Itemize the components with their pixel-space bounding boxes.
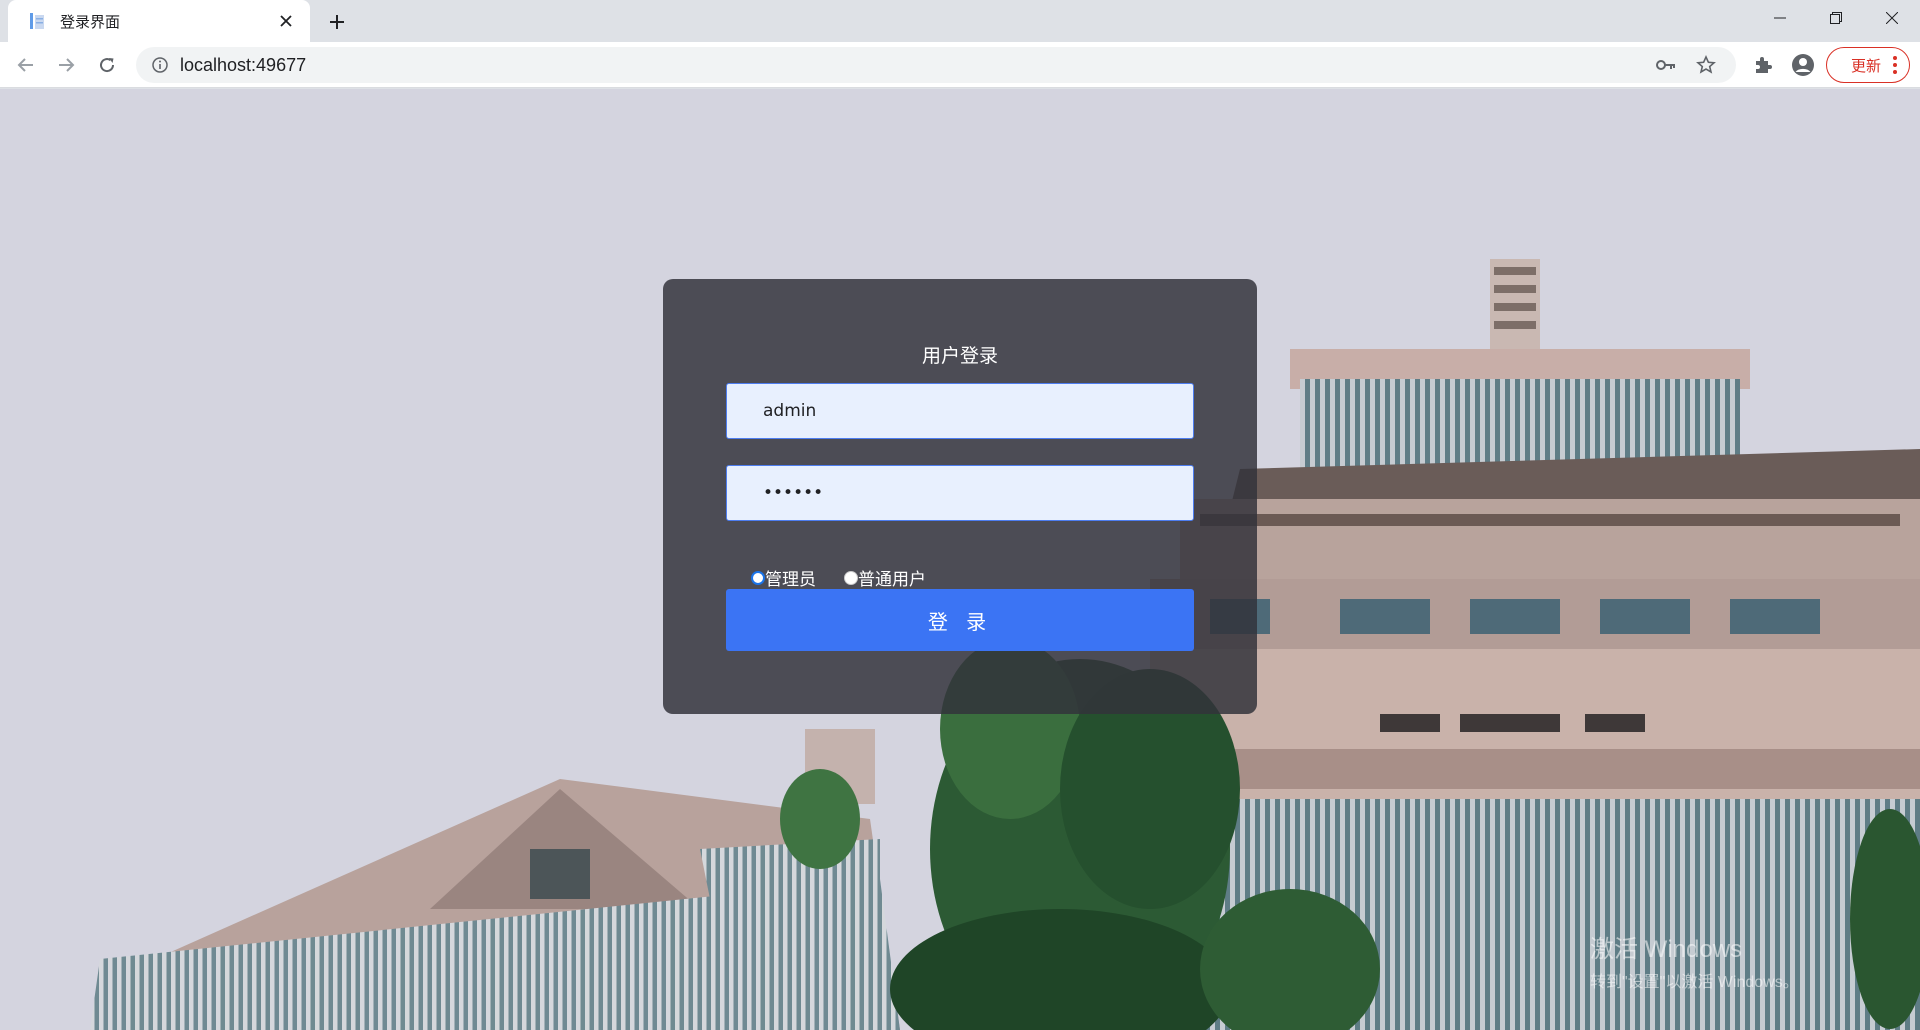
role-user-option[interactable]: 普通用户 [844,565,926,590]
username-input[interactable] [726,383,1194,439]
update-label: 更新 [1850,56,1881,75]
update-button[interactable]: 更新 [1826,47,1910,83]
role-user-radio[interactable] [844,570,858,585]
close-window-icon[interactable] [1864,0,1920,36]
watermark-line-2: 转到"设置"以激活 Windows。 [1590,974,1799,991]
login-card: 用户登录 管理员 普通用户 登 录 [663,279,1257,714]
menu-dots-icon [1893,56,1897,74]
extensions-puzzle-icon[interactable] [1747,49,1779,81]
role-admin-label: 管理员 [765,570,816,590]
url-text[interactable]: localhost:49677 [180,55,1642,76]
role-user-label: 普通用户 [858,570,926,590]
tab-title: 登录界面 [60,12,121,31]
close-tab-icon[interactable] [274,9,298,33]
minimize-icon[interactable] [1752,0,1808,36]
browser-toolbar: localhost:49677 更新 [0,42,1920,88]
role-radio-group: 管理员 普通用户 [751,565,954,590]
bookmark-star-icon[interactable] [1690,49,1722,81]
new-tab-icon[interactable] [322,7,352,37]
back-arrow-icon[interactable] [10,49,42,81]
login-title: 用户登录 [921,345,998,367]
site-info-icon[interactable] [150,55,170,75]
reload-icon[interactable] [91,49,123,81]
login-button[interactable]: 登 录 [726,589,1194,651]
restore-icon[interactable] [1808,0,1864,36]
role-admin-option[interactable]: 管理员 [751,565,816,590]
browser-tab[interactable]: 登录界面 [8,0,310,42]
profile-avatar-icon[interactable] [1787,49,1819,81]
windows-activation-watermark: 激活 Windows 转到"设置"以激活 Windows。 [1590,929,1799,992]
page-icon [26,11,48,31]
forward-arrow-icon[interactable] [50,49,82,81]
key-icon[interactable] [1650,49,1682,81]
window-controls [1752,0,1920,36]
watermark-line-1: 激活 Windows [1590,936,1743,963]
tab-strip: 登录界面 [0,0,1920,42]
role-admin-radio[interactable] [751,570,765,585]
page-viewport: 用户登录 管理员 普通用户 登 录 激活 Windows 转到"设置"以激活 W… [0,89,1920,1030]
password-input[interactable] [726,465,1194,521]
address-bar[interactable]: localhost:49677 [136,47,1736,83]
